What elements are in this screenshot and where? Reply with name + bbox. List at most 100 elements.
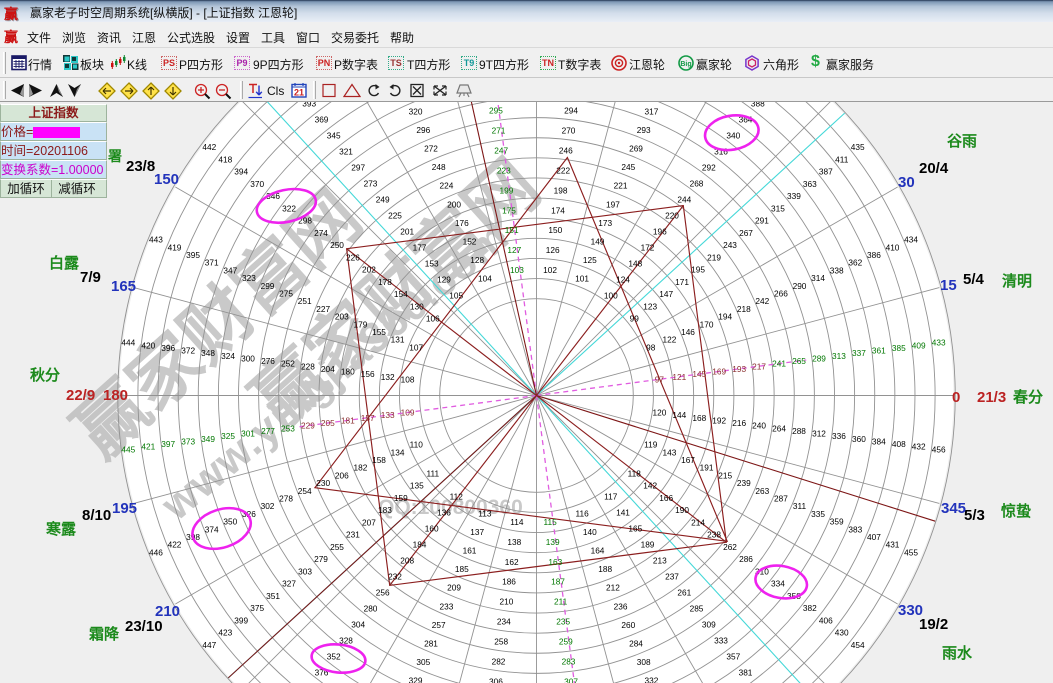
svg-text:273: 273 xyxy=(364,179,378,189)
svg-text:222: 222 xyxy=(556,165,570,175)
svg-text:330: 330 xyxy=(898,602,923,619)
svg-text:15: 15 xyxy=(940,277,957,294)
svg-text:21/3: 21/3 xyxy=(977,389,1006,406)
svg-text:305: 305 xyxy=(416,657,430,667)
svg-text:104: 104 xyxy=(478,274,492,284)
svg-text:347: 347 xyxy=(223,265,237,275)
svg-text:133: 133 xyxy=(381,410,395,420)
svg-text:寒露: 寒露 xyxy=(46,520,77,538)
svg-text:384: 384 xyxy=(872,437,886,447)
svg-text:456: 456 xyxy=(932,444,946,454)
svg-text:181: 181 xyxy=(341,416,355,426)
svg-text:410: 410 xyxy=(886,242,900,252)
svg-text:382: 382 xyxy=(803,603,817,613)
svg-text:190: 190 xyxy=(675,505,689,515)
svg-text:333: 333 xyxy=(714,635,728,645)
svg-text:188: 188 xyxy=(598,564,612,574)
svg-text:217: 217 xyxy=(752,361,766,371)
svg-text:227: 227 xyxy=(316,304,330,314)
svg-text:138: 138 xyxy=(507,537,521,547)
svg-text:345: 345 xyxy=(941,500,966,517)
svg-text:144: 144 xyxy=(672,410,686,420)
svg-text:186: 186 xyxy=(502,577,516,587)
svg-text:248: 248 xyxy=(432,162,446,172)
svg-text:350: 350 xyxy=(223,517,237,527)
svg-text:100: 100 xyxy=(604,290,618,300)
svg-text:239: 239 xyxy=(737,478,751,488)
svg-text:150: 150 xyxy=(154,171,179,188)
svg-text:300: 300 xyxy=(241,353,255,363)
svg-text:431: 431 xyxy=(886,540,900,550)
svg-text:211: 211 xyxy=(554,597,568,607)
svg-text:132: 132 xyxy=(381,372,395,382)
svg-text:385: 385 xyxy=(892,343,906,353)
svg-text:219: 219 xyxy=(707,253,721,263)
svg-text:435: 435 xyxy=(851,142,865,152)
svg-text:235: 235 xyxy=(556,617,570,627)
svg-text:175: 175 xyxy=(502,205,516,215)
svg-text:309: 309 xyxy=(702,619,716,629)
svg-text:207: 207 xyxy=(362,517,376,527)
svg-text:213: 213 xyxy=(653,556,667,566)
svg-text:362: 362 xyxy=(848,258,862,268)
svg-text:177: 177 xyxy=(413,242,427,252)
svg-text:167: 167 xyxy=(681,455,695,465)
svg-text:126: 126 xyxy=(546,245,560,255)
svg-text:103: 103 xyxy=(510,265,524,275)
svg-text:185: 185 xyxy=(455,564,469,574)
svg-text:283: 283 xyxy=(562,657,576,667)
svg-text:署: 署 xyxy=(107,148,122,164)
svg-text:446: 446 xyxy=(149,547,163,557)
svg-text:255: 255 xyxy=(330,542,344,552)
svg-text:5/4: 5/4 xyxy=(963,271,985,288)
svg-text:351: 351 xyxy=(266,591,280,601)
svg-text:151: 151 xyxy=(505,225,519,235)
svg-text:201: 201 xyxy=(400,226,414,236)
svg-text:146: 146 xyxy=(681,327,695,337)
svg-text:231: 231 xyxy=(346,530,360,540)
svg-text:307: 307 xyxy=(564,677,578,683)
svg-text:243: 243 xyxy=(723,240,737,250)
svg-text:396: 396 xyxy=(161,343,175,353)
svg-text:159: 159 xyxy=(394,493,408,503)
svg-text:153: 153 xyxy=(425,258,439,268)
svg-text:251: 251 xyxy=(298,296,312,306)
svg-text:315: 315 xyxy=(771,204,785,214)
svg-text:277: 277 xyxy=(261,426,275,436)
svg-text:180: 180 xyxy=(103,387,128,404)
svg-text:259: 259 xyxy=(559,637,573,647)
svg-text:272: 272 xyxy=(424,144,438,154)
svg-text:140: 140 xyxy=(583,527,597,537)
svg-text:137: 137 xyxy=(470,527,484,537)
svg-text:246: 246 xyxy=(559,145,573,155)
svg-text:118: 118 xyxy=(628,468,642,478)
svg-text:187: 187 xyxy=(551,577,565,587)
svg-text:345: 345 xyxy=(327,131,341,141)
svg-text:春分: 春分 xyxy=(1013,388,1043,406)
svg-text:266: 266 xyxy=(774,289,788,299)
svg-text:267: 267 xyxy=(739,228,753,238)
svg-text:214: 214 xyxy=(691,517,705,527)
svg-text:221: 221 xyxy=(614,181,628,191)
svg-text:149: 149 xyxy=(591,237,605,247)
svg-text:280: 280 xyxy=(364,604,378,614)
svg-text:106: 106 xyxy=(426,314,440,324)
svg-text:363: 363 xyxy=(803,179,817,189)
svg-text:334: 334 xyxy=(771,579,785,589)
svg-text:210: 210 xyxy=(499,597,513,607)
svg-text:276: 276 xyxy=(261,356,275,366)
svg-text:374: 374 xyxy=(205,524,219,534)
svg-text:313: 313 xyxy=(832,351,846,361)
svg-text:210: 210 xyxy=(155,603,180,620)
svg-text:370: 370 xyxy=(250,179,264,189)
svg-text:369: 369 xyxy=(315,115,329,125)
svg-text:223: 223 xyxy=(497,165,511,175)
svg-text:419: 419 xyxy=(168,242,182,252)
svg-text:5/3: 5/3 xyxy=(964,507,985,524)
svg-text:131: 131 xyxy=(391,335,405,345)
svg-text:115: 115 xyxy=(543,517,557,527)
svg-text:惊蛰: 惊蛰 xyxy=(1001,502,1031,520)
svg-text:228: 228 xyxy=(301,361,315,371)
svg-text:237: 237 xyxy=(665,572,679,582)
svg-text:225: 225 xyxy=(388,210,402,220)
